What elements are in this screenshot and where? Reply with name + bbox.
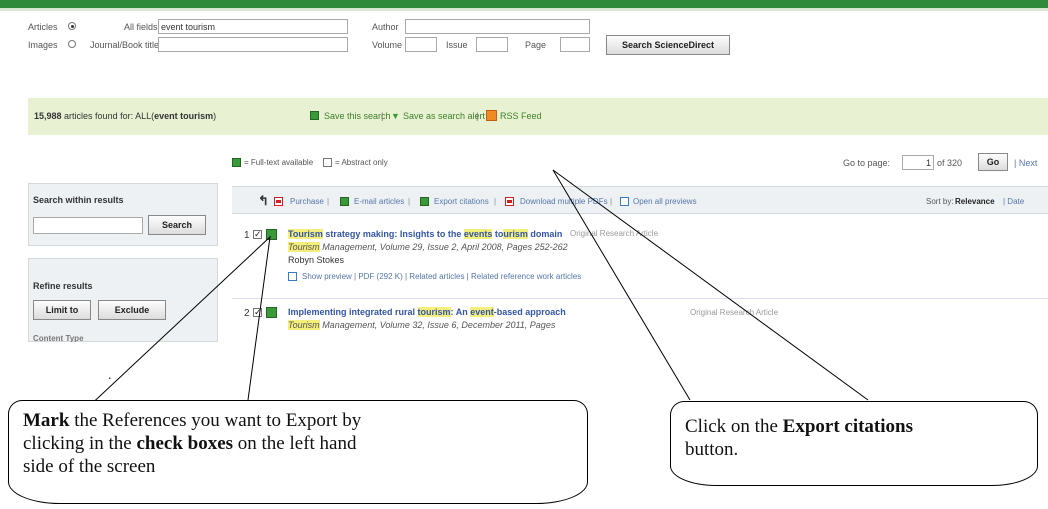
- right-pointer-upper: [552, 169, 691, 401]
- left-callout: Mark the References you want to Export b…: [8, 400, 588, 504]
- right-pointer-lower: [552, 169, 869, 401]
- right-callout: Click on the Export citations button.: [670, 401, 1038, 486]
- stray-dot: .: [108, 368, 112, 383]
